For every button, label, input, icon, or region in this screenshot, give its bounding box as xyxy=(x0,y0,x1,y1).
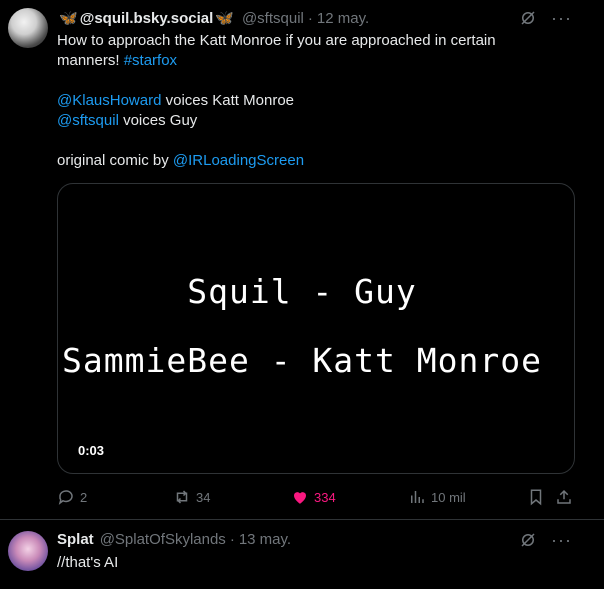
grok-icon[interactable] xyxy=(519,9,537,27)
reply-header: Splat @SplatOfSkylands · 13 may. xyxy=(57,531,291,548)
bookmark-icon xyxy=(530,489,542,506)
video-duration: 0:03 xyxy=(78,443,105,458)
author-handle[interactable]: @sftsquil xyxy=(242,10,304,27)
butterfly-icon: 🦋 xyxy=(59,10,78,27)
post-text: voices Guy xyxy=(118,112,198,129)
views-icon xyxy=(411,491,424,503)
reply-top-actions: ··· xyxy=(519,531,572,549)
post-text: voices Katt Monroe xyxy=(161,92,294,109)
post-text-line: manners! #starfox xyxy=(57,51,537,71)
post-text-line: @KlausHoward voices Katt Monroe xyxy=(57,91,537,111)
like-icon xyxy=(294,492,306,504)
post-date[interactable]: 12 may. xyxy=(317,10,369,27)
like-count: 334 xyxy=(314,489,336,505)
like-button[interactable]: 334 xyxy=(291,485,336,509)
separator: · xyxy=(307,9,313,27)
post-text-line: @sftsquil voices Guy xyxy=(57,111,537,131)
video-player[interactable] xyxy=(57,183,575,474)
post-text-line: How to approach the Katt Monroe if you a… xyxy=(57,32,496,49)
reply-icon xyxy=(58,490,73,505)
share-icon xyxy=(557,489,571,504)
author-avatar[interactable] xyxy=(8,8,48,48)
butterfly-icon: 🦋 xyxy=(215,10,234,27)
reply-count: 2 xyxy=(80,489,88,505)
reply-button[interactable]: 2 xyxy=(57,485,87,509)
share-button[interactable] xyxy=(555,485,573,509)
author-display-name[interactable]: @squil.bsky.social xyxy=(80,10,214,27)
bookmark-button[interactable] xyxy=(527,485,545,509)
more-icon[interactable]: ··· xyxy=(551,9,572,27)
post-top-actions: ··· xyxy=(519,9,572,27)
views-count: 10 mil xyxy=(431,489,466,505)
mention-link[interactable]: @sftsquil xyxy=(57,112,119,129)
separator: · xyxy=(229,531,235,548)
post-header: 🦋 @squil.bsky.social 🦋 @sftsquil · 12 ma… xyxy=(57,9,369,28)
post-text-line: original comic by @IRLoadingScreen xyxy=(57,151,537,171)
hashtag-link[interactable]: #starfox xyxy=(124,52,177,69)
video-caption-line: SammieBee - Katt Monroe xyxy=(62,341,542,380)
reply-date[interactable]: 13 may. xyxy=(239,531,291,548)
post-actions: 2 34 334 10 mil xyxy=(57,485,577,509)
reply-text: //that's AI xyxy=(57,554,119,571)
views-button[interactable]: 10 mil xyxy=(408,485,466,509)
video-caption-line: Squil - Guy xyxy=(187,272,417,311)
post-text: manners! xyxy=(57,52,124,69)
reply-author-handle[interactable]: @SplatOfSkylands xyxy=(100,531,226,548)
repost-icon xyxy=(176,490,188,504)
reply-author-avatar[interactable] xyxy=(8,531,48,571)
post-text: original comic by xyxy=(57,152,173,169)
grok-icon[interactable] xyxy=(519,531,537,549)
repost-button[interactable]: 34 xyxy=(173,485,210,509)
mention-link[interactable]: @KlausHoward xyxy=(57,92,161,109)
mention-link[interactable]: @IRLoadingScreen xyxy=(173,152,304,169)
more-icon[interactable]: ··· xyxy=(551,531,572,549)
reply-author-display-name[interactable]: Splat xyxy=(57,531,94,548)
repost-count: 34 xyxy=(196,489,211,505)
